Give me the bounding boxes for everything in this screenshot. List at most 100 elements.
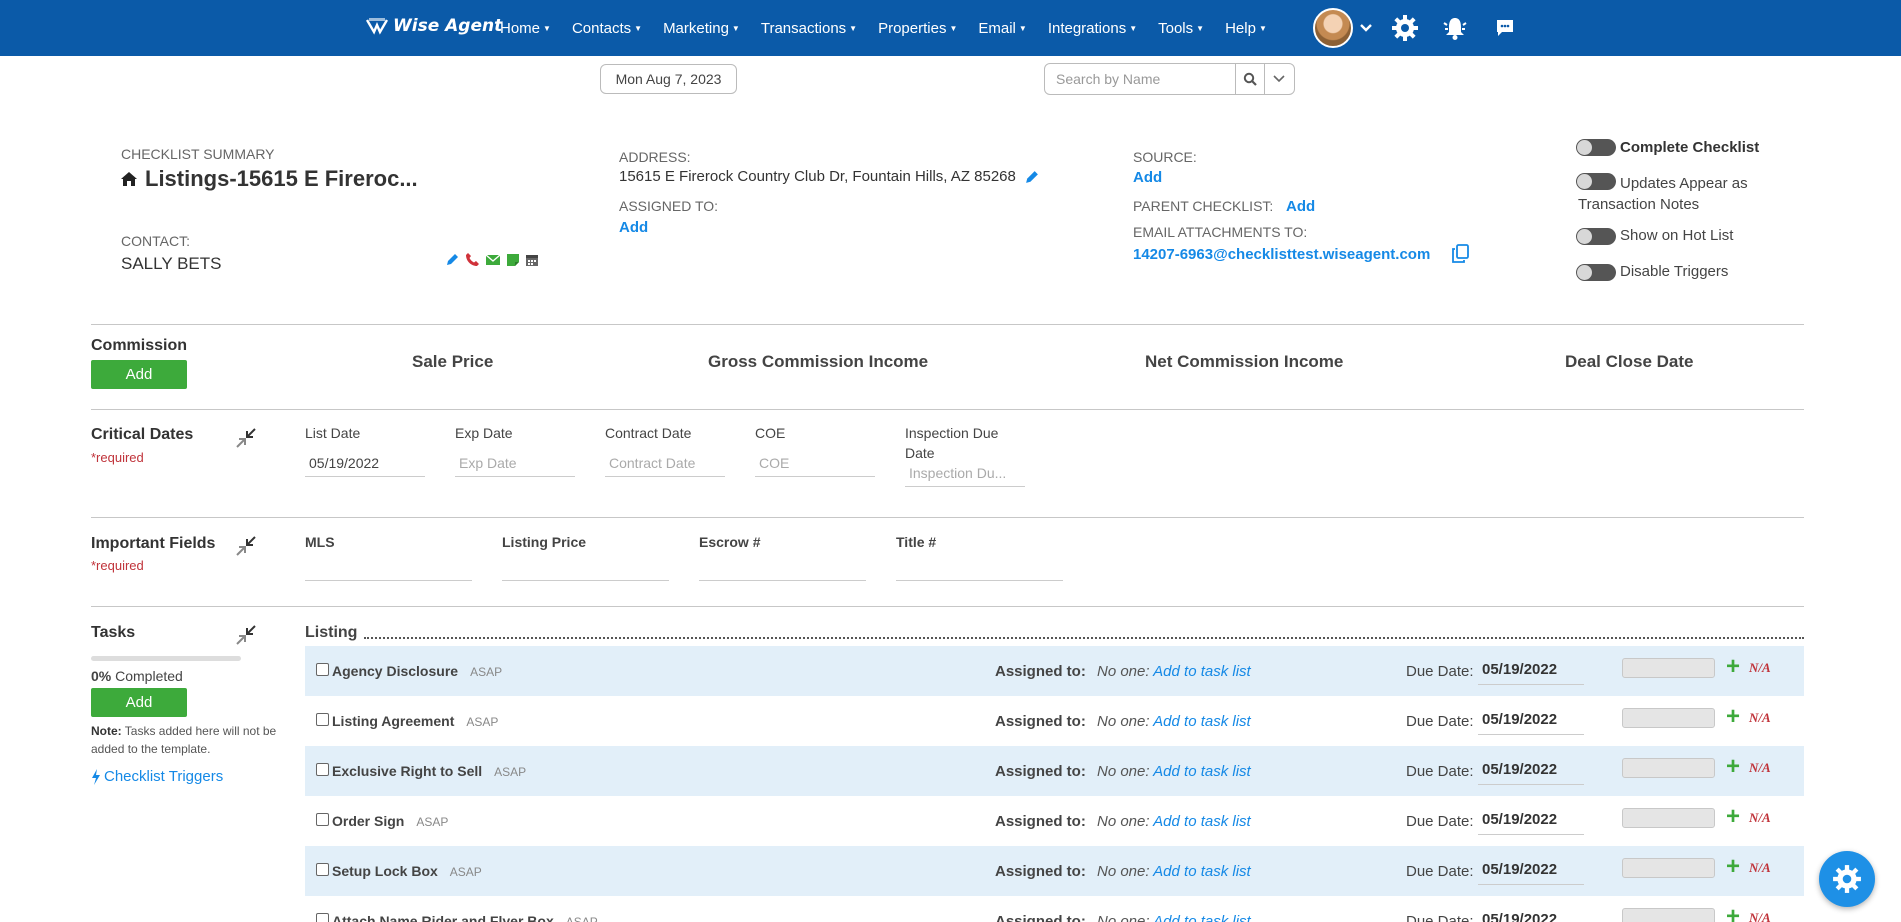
complete-checklist-toggle[interactable]	[1576, 139, 1616, 156]
task-checkbox[interactable]	[316, 813, 329, 826]
assigned-to-label: Assigned to:	[995, 913, 1086, 922]
add-to-task-list-link[interactable]: Add to task list	[1153, 763, 1251, 780]
add-to-task-list-link[interactable]: Add to task list	[1153, 663, 1251, 680]
menu-marketing[interactable]: Marketing ▼	[663, 20, 740, 37]
list-date-field[interactable]: 05/19/2022	[305, 455, 425, 477]
mark-na-button[interactable]: N/A	[1749, 660, 1771, 676]
task-status-select[interactable]	[1622, 908, 1715, 922]
title-number-field[interactable]	[896, 559, 1063, 581]
source-add-link[interactable]: Add	[1133, 169, 1162, 186]
task-status-select[interactable]	[1622, 858, 1715, 878]
mark-na-button[interactable]: N/A	[1749, 760, 1771, 776]
due-date-field[interactable]: 05/19/2022	[1478, 811, 1584, 835]
bell-icon[interactable]	[1441, 14, 1469, 42]
search-dropdown-button[interactable]	[1264, 64, 1293, 94]
add-to-task-list-link[interactable]: Add to task list	[1153, 713, 1251, 730]
task-status-select[interactable]	[1622, 708, 1715, 728]
add-subtask-plus-icon[interactable]: +	[1726, 653, 1740, 681]
add-subtask-plus-icon[interactable]: +	[1726, 703, 1740, 731]
gear-icon[interactable]	[1391, 14, 1419, 42]
task-status-select[interactable]	[1622, 658, 1715, 678]
brand-logo[interactable]: Wise Agent	[366, 16, 502, 36]
commission-add-button[interactable]: Add	[91, 360, 187, 389]
task-name[interactable]: Listing Agreement ASAP	[332, 713, 498, 729]
task-checkbox[interactable]	[316, 663, 329, 676]
task-name[interactable]: Order Sign ASAP	[332, 813, 448, 829]
task-name[interactable]: Exclusive Right to Sell ASAP	[332, 763, 526, 779]
exp-date-field[interactable]: Exp Date	[455, 455, 575, 477]
menu-contacts[interactable]: Contacts ▼	[572, 20, 642, 37]
menu-email[interactable]: Email ▼	[978, 20, 1026, 37]
gross-commission-header: Gross Commission Income	[708, 352, 929, 371]
task-name[interactable]: Attach Name Rider and Flyer Box ASAP	[332, 913, 598, 922]
note-icon[interactable]	[506, 253, 520, 267]
menu-integrations[interactable]: Integrations ▼	[1048, 20, 1137, 37]
menu-properties[interactable]: Properties ▼	[878, 20, 957, 37]
edit-pencil-icon[interactable]	[1024, 169, 1040, 185]
address-label: ADDRESS:	[619, 149, 691, 165]
due-date-field[interactable]: 05/19/2022	[1478, 911, 1584, 922]
coe-field[interactable]: COE	[755, 455, 875, 477]
add-subtask-plus-icon[interactable]: +	[1726, 803, 1740, 831]
add-to-task-list-link[interactable]: Add to task list	[1153, 813, 1251, 830]
assigned-to-label: Assigned to:	[995, 813, 1086, 830]
menu-tools[interactable]: Tools ▼	[1158, 20, 1204, 37]
parent-add-link[interactable]: Add	[1286, 198, 1315, 215]
task-checkbox[interactable]	[316, 763, 329, 776]
add-to-task-list-link[interactable]: Add to task list	[1153, 913, 1251, 922]
listing-price-field[interactable]	[502, 559, 669, 581]
task-checkbox[interactable]	[316, 713, 329, 726]
task-name[interactable]: Agency Disclosure ASAP	[332, 663, 502, 679]
search-button[interactable]	[1235, 64, 1264, 94]
page-title: Listings-15615 E Fireroc...	[120, 166, 418, 192]
inspection-due-field[interactable]: Inspection Du...	[905, 465, 1025, 487]
menu-home[interactable]: Home ▼	[500, 20, 551, 37]
phone-icon[interactable]	[465, 252, 480, 267]
disable-triggers-toggle[interactable]	[1576, 264, 1616, 281]
menu-help[interactable]: Help ▼	[1225, 20, 1267, 37]
mark-na-button[interactable]: N/A	[1749, 710, 1771, 726]
settings-fab[interactable]	[1819, 851, 1875, 907]
chat-icon[interactable]	[1491, 14, 1519, 42]
escrow-field[interactable]	[699, 559, 866, 581]
date-picker[interactable]: Mon Aug 7, 2023	[600, 64, 737, 94]
mark-na-button[interactable]: N/A	[1749, 860, 1771, 876]
user-menu[interactable]	[1313, 8, 1373, 48]
assigned-add-link[interactable]: Add	[619, 219, 648, 236]
updates-transaction-notes-toggle[interactable]	[1576, 173, 1616, 190]
calendar-icon[interactable]	[525, 253, 539, 267]
menu-transactions[interactable]: Transactions ▼	[761, 20, 857, 37]
due-date-field[interactable]: 05/19/2022	[1478, 711, 1584, 735]
show-hot-list-toggle[interactable]	[1576, 228, 1616, 245]
task-status-select[interactable]	[1622, 758, 1715, 778]
contact-name[interactable]: SALLY BETS	[121, 254, 221, 274]
task-checkbox[interactable]	[316, 913, 329, 922]
mls-field[interactable]	[305, 559, 472, 581]
collapse-arrows-icon[interactable]	[235, 427, 257, 449]
add-subtask-plus-icon[interactable]: +	[1726, 753, 1740, 781]
due-date-field[interactable]: 05/19/2022	[1478, 861, 1584, 885]
task-checkbox[interactable]	[316, 863, 329, 876]
email-attachments-address[interactable]: 14207-6963@checklisttest.wiseagent.com	[1133, 246, 1430, 263]
mark-na-button[interactable]: N/A	[1749, 910, 1771, 922]
contract-date-field[interactable]: Contract Date	[605, 455, 725, 477]
tasks-add-button[interactable]: Add	[91, 688, 187, 717]
due-date-field[interactable]: 05/19/2022	[1478, 661, 1584, 685]
commission-title: Commission	[91, 337, 188, 354]
edit-pencil-icon[interactable]	[445, 252, 460, 267]
task-name[interactable]: Setup Lock Box ASAP	[332, 863, 482, 879]
copy-icon[interactable]	[1452, 244, 1469, 263]
task-status-select[interactable]	[1622, 808, 1715, 828]
collapse-arrows-icon[interactable]	[235, 624, 257, 646]
due-date-label: Due Date:	[1406, 663, 1474, 680]
mark-na-button[interactable]: N/A	[1749, 810, 1771, 826]
search-input[interactable]	[1045, 65, 1235, 93]
add-subtask-plus-icon[interactable]: +	[1726, 853, 1740, 881]
required-note: *required	[91, 558, 144, 573]
add-to-task-list-link[interactable]: Add to task list	[1153, 863, 1251, 880]
due-date-field[interactable]: 05/19/2022	[1478, 761, 1584, 785]
add-subtask-plus-icon[interactable]: +	[1726, 903, 1740, 922]
envelope-icon[interactable]	[485, 253, 501, 267]
collapse-arrows-icon[interactable]	[235, 535, 257, 557]
checklist-triggers-link[interactable]: Checklist Triggers	[91, 768, 223, 785]
